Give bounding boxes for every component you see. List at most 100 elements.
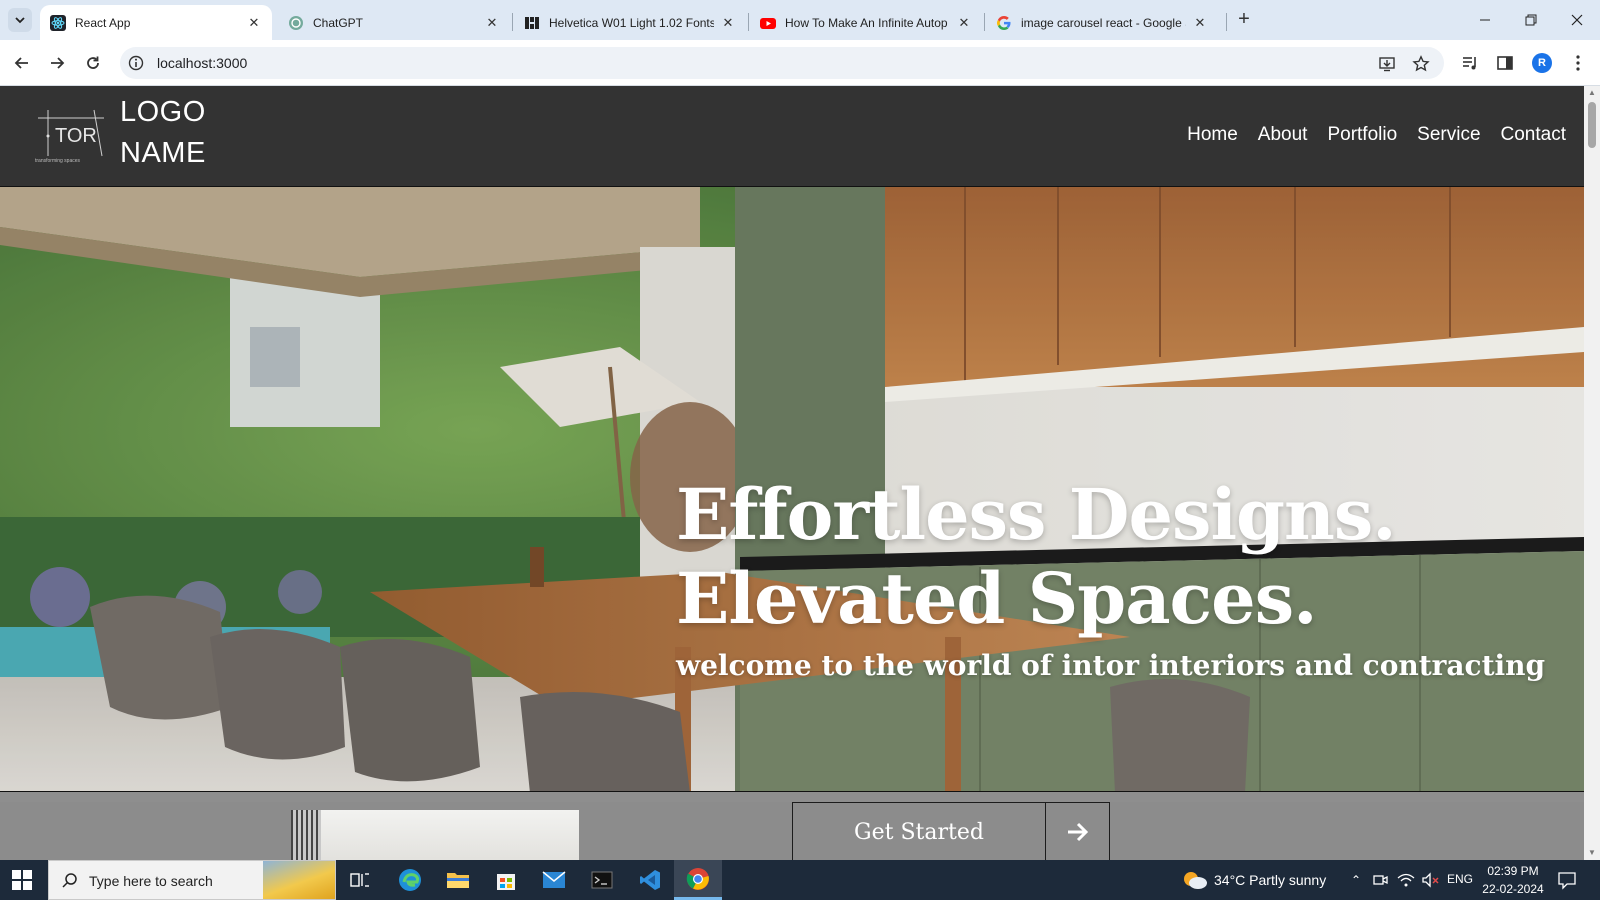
microsoft-store-button[interactable] <box>482 860 530 900</box>
avatar: R <box>1532 53 1552 73</box>
notifications-icon[interactable] <box>1557 870 1577 890</box>
close-icon[interactable]: ✕ <box>246 15 262 31</box>
nav-contact[interactable]: Contact <box>1501 124 1566 146</box>
minimize-icon <box>1480 19 1490 21</box>
scrollbar-thumb[interactable] <box>1588 102 1596 148</box>
mail-icon <box>542 871 566 888</box>
close-icon[interactable]: ✕ <box>956 15 972 31</box>
windows-taskbar: Type here to search 34°C Partly sunny ⌃ … <box>0 860 1600 900</box>
weather-text[interactable]: 34°C Partly sunny <box>1214 872 1326 888</box>
arrow-left-icon <box>14 57 28 69</box>
bookmark-star-icon[interactable] <box>1412 55 1430 73</box>
hero-carousel: Effortless Designs. Elevated Spaces. wel… <box>0 186 1584 792</box>
tab-search-button[interactable] <box>8 8 32 32</box>
new-tab-button[interactable]: + <box>1234 9 1254 30</box>
browser-menu-button[interactable] <box>1566 51 1590 75</box>
hero-text: Effortless Designs. Elevated Spaces. wel… <box>676 473 1545 682</box>
chevron-down-icon <box>15 17 25 24</box>
restore-button[interactable] <box>1519 8 1543 32</box>
tab-google-search[interactable]: image carousel react - Google S ✕ <box>986 5 1218 40</box>
url-text[interactable]: localhost:3000 <box>157 55 247 71</box>
meet-now-icon[interactable] <box>1370 870 1390 890</box>
chrome-icon <box>686 867 709 890</box>
tab-separator <box>748 13 749 31</box>
scroll-up-icon[interactable]: ▲ <box>1584 86 1600 100</box>
mail-app-button[interactable] <box>530 860 578 900</box>
hero-subtitle: welcome to the world of intor interiors … <box>676 649 1546 682</box>
hero-heading-line-2: Elevated Spaces. <box>676 557 1318 640</box>
search-highlight-image <box>263 861 335 899</box>
close-icon <box>1571 14 1583 26</box>
tab-helvetica-fonts[interactable]: Helvetica W01 Light 1.02 Fonts ✕ <box>514 5 746 40</box>
hero-heading-line-1: Effortless Designs. <box>676 473 1397 556</box>
forward-button[interactable] <box>45 51 69 75</box>
windows-start-icon[interactable] <box>12 870 32 890</box>
browser-toolbar: localhost:3000 R <box>0 40 1600 86</box>
edge-app-button[interactable] <box>386 860 434 900</box>
side-panel-icon[interactable] <box>1493 51 1517 75</box>
chatgpt-icon <box>288 15 304 31</box>
reload-button[interactable] <box>81 51 105 75</box>
store-icon <box>497 874 515 890</box>
nav-about[interactable]: About <box>1258 124 1308 146</box>
arrow-right-icon <box>51 57 65 69</box>
chevron-up-icon[interactable]: ⌃ <box>1346 870 1366 890</box>
logo-mark-text: TOR <box>55 125 97 147</box>
clock-time: 02:39 PM <box>1487 864 1539 878</box>
interior-preview-image <box>291 810 579 860</box>
search-icon <box>62 873 77 888</box>
address-bar[interactable]: localhost:3000 <box>120 47 1444 79</box>
fonts-icon <box>524 15 540 31</box>
logo-name[interactable]: LOGO NAME <box>120 92 206 174</box>
weather-icon[interactable] <box>1182 870 1208 890</box>
close-icon[interactable]: ✕ <box>720 15 736 31</box>
search-placeholder: Type here to search <box>89 873 213 889</box>
youtube-icon <box>760 15 776 31</box>
window-blinds-graphic <box>291 810 321 860</box>
site-info-icon[interactable] <box>128 55 144 71</box>
close-window-button[interactable] <box>1565 8 1589 32</box>
terminal-icon <box>591 871 613 889</box>
task-view-icon <box>350 873 369 887</box>
main-nav: Home About Portfolio Service Contact <box>1187 124 1566 146</box>
logo-line-2: NAME <box>120 137 206 169</box>
back-button[interactable] <box>10 51 34 75</box>
nav-home[interactable]: Home <box>1187 124 1238 146</box>
folder-icon <box>447 873 469 888</box>
taskbar-search-input[interactable]: Type here to search <box>48 860 336 900</box>
terminal-app-button[interactable] <box>578 860 626 900</box>
nav-service[interactable]: Service <box>1417 124 1480 146</box>
install-app-icon[interactable] <box>1378 55 1396 73</box>
tab-chatgpt[interactable]: ChatGPT ✕ <box>278 5 510 40</box>
tab-title: image carousel react - Google S <box>1021 15 1186 30</box>
page-viewport: TOR transforming spaces LOGO NAME Home A… <box>0 86 1584 860</box>
volume-muted-icon[interactable] <box>1420 870 1440 890</box>
file-explorer-button[interactable] <box>434 860 482 900</box>
arrow-right-icon <box>1045 803 1109 860</box>
kebab-menu-icon <box>1576 55 1580 71</box>
task-view-button[interactable] <box>336 860 384 900</box>
close-icon[interactable]: ✕ <box>1192 15 1208 31</box>
system-clock[interactable]: 02:39 PM 22-02-2024 <box>1478 862 1548 898</box>
language-indicator[interactable]: ENG <box>1447 872 1473 886</box>
site-header: TOR transforming spaces LOGO NAME Home A… <box>0 86 1584 186</box>
nav-portfolio[interactable]: Portfolio <box>1327 124 1397 146</box>
tab-react-app[interactable]: React App ✕ <box>40 5 272 40</box>
get-started-label: Get Started <box>854 819 984 845</box>
edge-icon <box>399 869 421 891</box>
tab-separator <box>512 13 513 31</box>
tab-youtube[interactable]: How To Make An Infinite Autop ✕ <box>750 5 982 40</box>
wifi-icon[interactable] <box>1396 870 1416 890</box>
profile-button[interactable]: R <box>1530 51 1554 75</box>
get-started-button[interactable]: Get Started <box>792 802 1110 860</box>
logo-tagline: transforming spaces <box>35 158 81 164</box>
minimize-button[interactable] <box>1473 8 1497 32</box>
vscode-app-button[interactable] <box>626 860 674 900</box>
google-icon <box>996 15 1012 31</box>
chrome-app-button[interactable] <box>674 860 722 900</box>
intor-logo-mark[interactable]: TOR transforming spaces <box>34 108 106 164</box>
media-controls-icon[interactable] <box>1458 51 1482 75</box>
scroll-down-icon[interactable]: ▼ <box>1584 846 1600 860</box>
close-icon[interactable]: ✕ <box>484 15 500 31</box>
page-scrollbar[interactable]: ▲ ▼ <box>1584 86 1600 860</box>
